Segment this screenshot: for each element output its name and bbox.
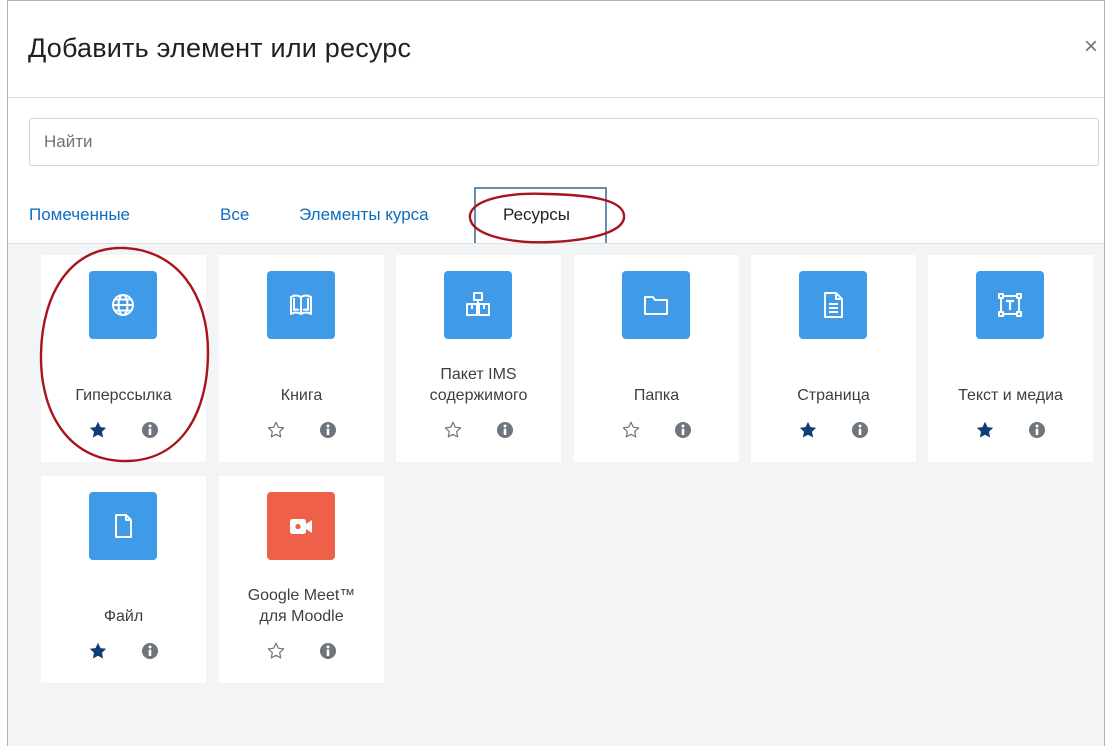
- dialog-title: Добавить элемент или ресурс: [28, 33, 412, 63]
- tab-bar: Помеченные Все Элементы курса Ресурсы: [8, 187, 1104, 244]
- item-actions: [574, 420, 739, 442]
- info-icon[interactable]: [851, 421, 869, 439]
- star-outline-icon[interactable]: [621, 420, 641, 440]
- tab-activities[interactable]: Элементы курса: [299, 205, 429, 225]
- item-card-page[interactable]: Страница: [751, 255, 916, 462]
- info-icon[interactable]: [496, 421, 514, 439]
- item-label: Папка: [633, 387, 680, 404]
- globe-icon: [89, 271, 157, 339]
- search-input[interactable]: [29, 118, 1099, 166]
- add-activity-dialog: Добавить элемент или ресурс × Помеченные…: [7, 0, 1105, 746]
- item-card-text-media[interactable]: Текст и медиа: [928, 255, 1093, 462]
- item-card-url[interactable]: Гиперссылка: [41, 255, 206, 462]
- info-icon[interactable]: [319, 642, 337, 660]
- item-card-folder[interactable]: Папка: [574, 255, 739, 462]
- package-icon: [444, 271, 512, 339]
- item-label: Книга: [280, 387, 323, 404]
- star-filled-icon[interactable]: [798, 420, 818, 440]
- item-actions: [219, 641, 384, 663]
- item-actions: [396, 420, 561, 442]
- item-card-book[interactable]: Книга: [219, 255, 384, 462]
- item-label-line2: для Moodle: [259, 608, 344, 625]
- star-outline-icon[interactable]: [266, 420, 286, 440]
- item-label: Файл: [103, 608, 144, 625]
- tab-starred[interactable]: Помеченные: [29, 205, 130, 225]
- star-outline-icon[interactable]: [266, 641, 286, 661]
- item-card-ims-package[interactable]: Пакет IMS содержимого: [396, 255, 561, 462]
- item-card-google-meet[interactable]: Google Meet™ для Moodle: [219, 476, 384, 683]
- file-icon: [89, 492, 157, 560]
- info-icon[interactable]: [319, 421, 337, 439]
- text-media-icon: [976, 271, 1044, 339]
- item-label: Текст и медиа: [958, 387, 1063, 404]
- tab-resources[interactable]: Ресурсы: [503, 205, 570, 225]
- info-icon[interactable]: [141, 421, 159, 439]
- info-icon[interactable]: [141, 642, 159, 660]
- item-actions: [928, 420, 1093, 442]
- info-icon[interactable]: [1028, 421, 1046, 439]
- star-filled-icon[interactable]: [975, 420, 995, 440]
- page-icon: [799, 271, 867, 339]
- item-label-line1: Google Meet™: [247, 587, 356, 604]
- items-grid: Гиперссылка Книга Пакет IMS содержимого …: [8, 243, 1104, 746]
- item-actions: [219, 420, 384, 442]
- item-actions: [41, 420, 206, 442]
- tab-all[interactable]: Все: [220, 205, 249, 225]
- item-card-file[interactable]: Файл: [41, 476, 206, 683]
- item-label: Страница: [797, 387, 870, 404]
- item-label-line1: Пакет IMS: [440, 366, 517, 383]
- book-icon: [267, 271, 335, 339]
- video-camera-icon: [267, 492, 335, 560]
- star-filled-icon[interactable]: [88, 641, 108, 661]
- info-icon[interactable]: [674, 421, 692, 439]
- item-label: Гиперссылка: [75, 387, 172, 404]
- star-filled-icon[interactable]: [88, 420, 108, 440]
- dialog-header: Добавить элемент или ресурс ×: [8, 1, 1104, 98]
- star-outline-icon[interactable]: [443, 420, 463, 440]
- item-label-line2: содержимого: [429, 387, 528, 404]
- item-actions: [751, 420, 916, 442]
- close-button[interactable]: ×: [1084, 35, 1098, 59]
- item-actions: [41, 641, 206, 663]
- folder-icon: [622, 271, 690, 339]
